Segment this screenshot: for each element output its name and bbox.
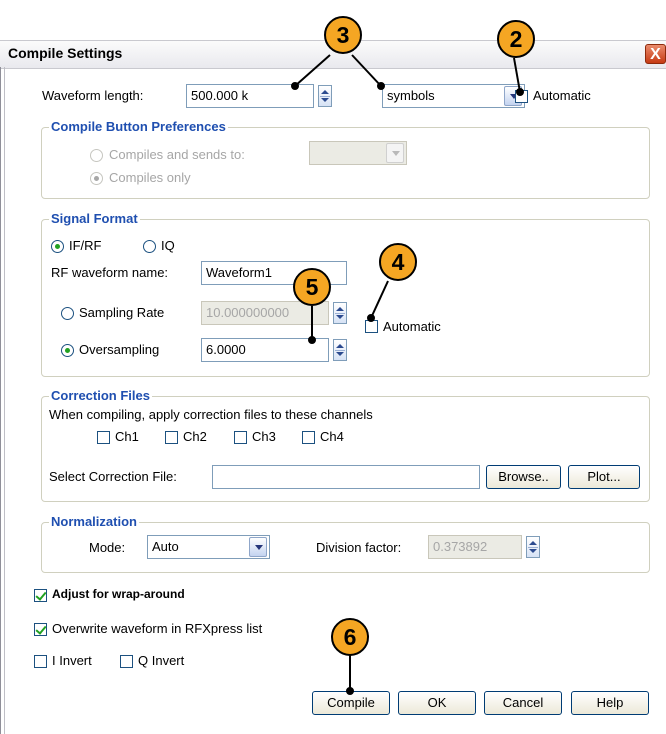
callout-6: 6: [331, 618, 369, 656]
callout-2-dot: [516, 88, 524, 96]
callout-3-leader-a: [294, 54, 331, 87]
callout-6-dot: [346, 687, 354, 695]
callout-3-leader-b: [351, 54, 382, 87]
callout-3-dot-a: [291, 82, 299, 90]
callout-4-leader: [370, 280, 389, 319]
callout-5: 5: [293, 268, 331, 306]
callout-3-dot-b: [377, 82, 385, 90]
callout-4-dot: [367, 314, 375, 322]
callout-2-leader: [513, 57, 521, 93]
callout-3: 3: [324, 16, 362, 54]
callout-5-dot: [308, 336, 316, 344]
callout-4: 4: [379, 243, 417, 281]
callout-leaders: [291, 54, 524, 695]
callout-2: 2: [497, 20, 535, 58]
